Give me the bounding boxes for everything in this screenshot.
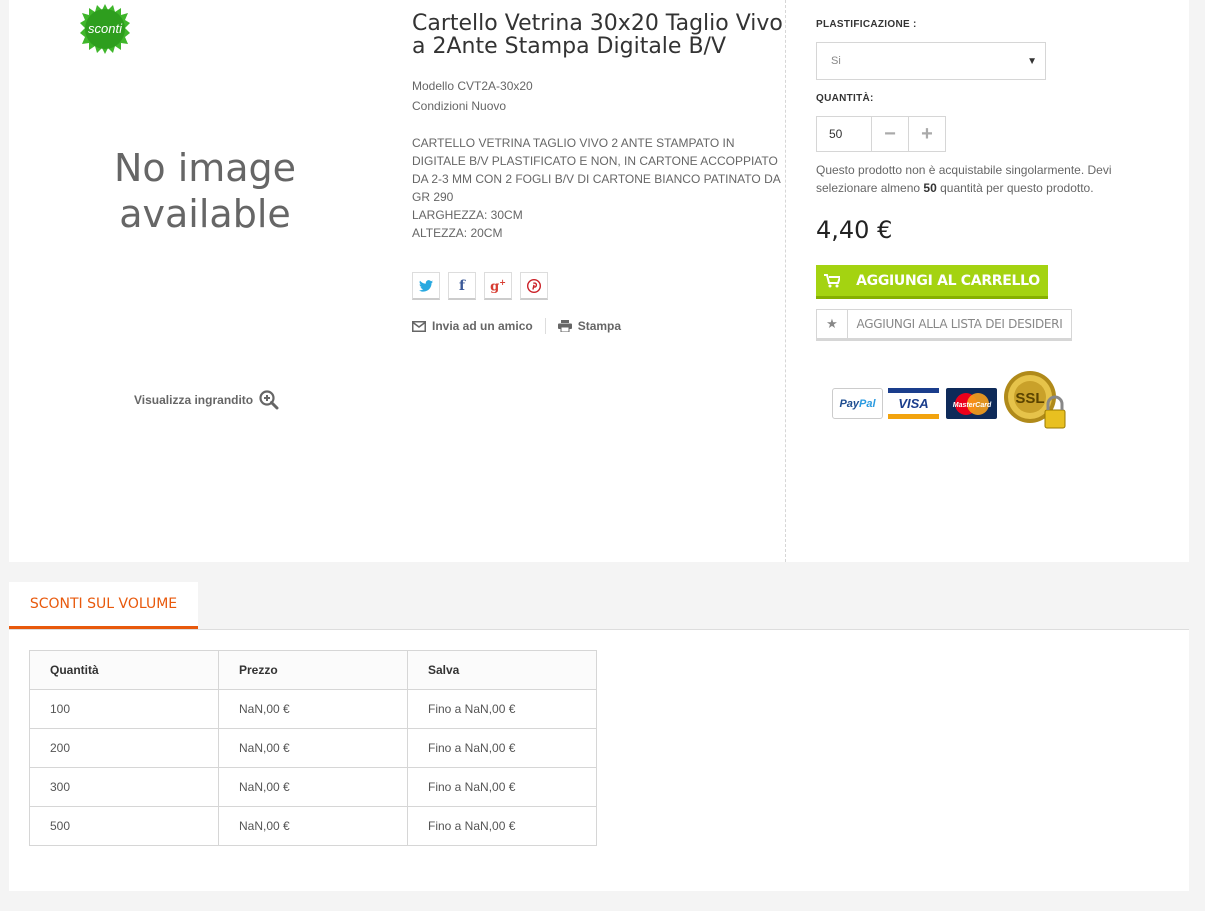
add-to-wishlist-button[interactable]: ★ AGGIUNGI ALLA LISTA DEI DESIDERI bbox=[816, 309, 1072, 341]
dropdown-arrow-icon: ▼ bbox=[1027, 55, 1037, 67]
zoom-in-icon bbox=[259, 390, 279, 410]
header-quantity: Quantità bbox=[29, 650, 219, 690]
table-header-row: Quantità Prezzo Salva bbox=[29, 650, 597, 690]
table-row: 500 NaN,00 € Fino a NaN,00 € bbox=[29, 806, 597, 846]
table-row: 100 NaN,00 € Fino a NaN,00 € bbox=[29, 689, 597, 729]
cart-icon bbox=[816, 273, 848, 288]
cell-save: Fino a NaN,00 € bbox=[407, 806, 597, 846]
sconti-badge-icon: sconti bbox=[80, 4, 130, 54]
column-divider bbox=[785, 0, 786, 562]
cell-price: NaN,00 € bbox=[218, 806, 408, 846]
product-actions: Invia ad un amico Stampa bbox=[412, 318, 621, 334]
note-minimum: 50 bbox=[923, 181, 937, 195]
printer-icon bbox=[557, 320, 572, 332]
facebook-share-button[interactable]: f bbox=[448, 272, 476, 300]
plus-icon: + bbox=[921, 122, 933, 145]
print-label: Stampa bbox=[577, 319, 622, 333]
paypal-logo-text-a: Pay bbox=[839, 397, 860, 410]
header-save: Salva bbox=[407, 650, 597, 690]
pinterest-share-button[interactable] bbox=[520, 272, 548, 300]
no-image-placeholder[interactable]: No image available bbox=[69, 145, 341, 237]
badge-text: sconti bbox=[88, 21, 123, 36]
send-to-friend-link[interactable]: Invia ad un amico bbox=[412, 319, 533, 333]
plastification-select[interactable]: Si ▼ bbox=[816, 42, 1046, 80]
cell-save: Fino a NaN,00 € bbox=[407, 728, 597, 768]
description-width: LARGHEZZA: 30CM bbox=[412, 208, 523, 222]
plastification-label: PLASTIFICAZIONE : bbox=[816, 19, 917, 30]
twitter-icon bbox=[419, 279, 433, 292]
product-description: CARTELLO VETRINA TAGLIO VIVO 2 ANTE STAM… bbox=[412, 134, 786, 242]
product-title: Cartello Vetrina 30x20 Taglio Vivo a 2An… bbox=[412, 11, 783, 59]
note-after: quantità per questo prodotto. bbox=[936, 181, 1094, 195]
cell-price: NaN,00 € bbox=[218, 689, 408, 729]
cell-price: NaN,00 € bbox=[218, 767, 408, 807]
paypal-logo-text-b: Pal bbox=[859, 397, 876, 410]
cell-price: NaN,00 € bbox=[218, 728, 408, 768]
ssl-seal-icon: SSL bbox=[1004, 371, 1066, 429]
cell-quantity: 100 bbox=[29, 689, 219, 729]
print-link[interactable]: Stampa bbox=[557, 319, 622, 333]
googleplus-icon: g+ bbox=[490, 276, 506, 295]
no-image-line2: available bbox=[119, 192, 291, 236]
cell-quantity: 200 bbox=[29, 728, 219, 768]
quantity-increase-button[interactable]: + bbox=[909, 116, 946, 152]
envelope-icon bbox=[412, 320, 426, 332]
minimum-quantity-note: Questo prodotto non è acquistabile singo… bbox=[816, 161, 1136, 197]
description-height: ALTEZZA: 20CM bbox=[412, 226, 503, 240]
zoom-link[interactable]: Visualizza ingrandito bbox=[134, 390, 279, 410]
star-icon: ★ bbox=[817, 310, 848, 338]
no-image-line1: No image bbox=[113, 146, 297, 190]
paypal-logo: Pay Pal bbox=[832, 388, 883, 419]
cell-save: Fino a NaN,00 € bbox=[407, 767, 597, 807]
cell-save: Fino a NaN,00 € bbox=[407, 689, 597, 729]
plastification-value: Si bbox=[831, 55, 841, 67]
header-price: Prezzo bbox=[218, 650, 408, 690]
twitter-share-button[interactable] bbox=[412, 272, 440, 300]
cell-quantity: 500 bbox=[29, 806, 219, 846]
mastercard-icon: MasterCard bbox=[952, 392, 991, 415]
product-price: 4,40 € bbox=[816, 216, 893, 244]
ssl-seal-text: SSL bbox=[1015, 390, 1044, 407]
social-share: f g+ bbox=[412, 272, 548, 300]
quantity-decrease-button[interactable]: − bbox=[872, 116, 909, 152]
quantity-label: QUANTITÀ: bbox=[816, 93, 874, 104]
add-to-cart-label: AGGIUNGI AL CARRELLO bbox=[856, 272, 1040, 289]
add-to-cart-button[interactable]: AGGIUNGI AL CARRELLO bbox=[816, 265, 1048, 299]
product-model: Modello CVT2A-30x20 bbox=[412, 79, 533, 93]
zoom-label: Visualizza ingrandito bbox=[134, 393, 254, 407]
table-row: 300 NaN,00 € Fino a NaN,00 € bbox=[29, 767, 597, 807]
quantity-stepper: 50 − + bbox=[816, 116, 946, 152]
minus-icon: − bbox=[884, 122, 896, 145]
volume-discounts-table: Quantità Prezzo Salva 100 NaN,00 € Fino … bbox=[29, 650, 597, 846]
visa-logo: VISA bbox=[888, 388, 939, 419]
send-to-friend-label: Invia ad un amico bbox=[432, 319, 533, 333]
cell-quantity: 300 bbox=[29, 767, 219, 807]
visa-logo-text: VISA bbox=[898, 396, 929, 411]
facebook-icon: f bbox=[458, 277, 466, 294]
tab-volume-discounts[interactable]: SCONTI SUL VOLUME bbox=[9, 582, 198, 629]
pinterest-icon bbox=[527, 278, 541, 293]
actions-divider bbox=[544, 318, 546, 334]
volume-discounts-panel: Quantità Prezzo Salva 100 NaN,00 € Fino … bbox=[9, 629, 1189, 891]
googleplus-share-button[interactable]: g+ bbox=[484, 272, 512, 300]
mastercard-logo: MasterCard bbox=[946, 388, 997, 419]
mastercard-logo-text: MasterCard bbox=[952, 402, 991, 409]
quantity-input[interactable]: 50 bbox=[816, 116, 872, 152]
table-row: 200 NaN,00 € Fino a NaN,00 € bbox=[29, 728, 597, 768]
description-text: CARTELLO VETRINA TAGLIO VIVO 2 ANTE STAM… bbox=[412, 136, 781, 204]
product-condition: Condizioni Nuovo bbox=[412, 99, 507, 113]
add-to-wishlist-label: AGGIUNGI ALLA LISTA DEI DESIDERI bbox=[856, 317, 1063, 331]
